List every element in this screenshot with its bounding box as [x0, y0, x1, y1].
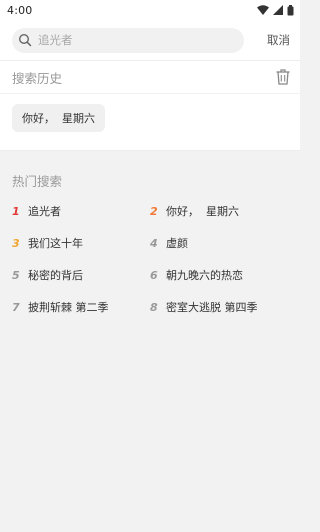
hot-search-item[interactable]: 5 秘密的背后: [12, 259, 150, 291]
history-chip[interactable]: 你好， 星期六: [12, 104, 105, 132]
signal-icon: [273, 5, 283, 15]
hot-search-section: 热门搜索 1 追光者 2 你好， 星期六 3 我们这十年 4 虚颜 5 秘密的背…: [0, 151, 300, 323]
status-time: 4:00: [7, 3, 33, 17]
hot-search-item[interactable]: 7 披荆斩棘 第二季: [12, 291, 150, 323]
hot-search-rank: 5: [12, 268, 20, 282]
hot-search-item[interactable]: 3 我们这十年: [12, 227, 150, 259]
hot-search-label: 追光者: [28, 205, 61, 218]
hot-search-label: 你好， 星期六: [166, 205, 239, 218]
search-header: 取消: [0, 20, 300, 60]
trash-icon[interactable]: [276, 69, 290, 85]
hot-search-rank: 3: [12, 236, 20, 250]
hot-search-rank: 7: [12, 300, 20, 314]
hot-search-item[interactable]: 2 你好， 星期六: [150, 195, 288, 227]
search-history-title: 搜索历史: [12, 70, 63, 86]
hot-search-label: 朝九晚六的热恋: [166, 269, 243, 282]
hot-search-rank: 8: [150, 300, 158, 314]
search-history-header: 搜索历史: [0, 60, 300, 94]
search-history-section: 搜索历史 你好， 星期六: [0, 60, 300, 151]
hot-search-rank: 2: [150, 204, 158, 218]
hot-search-title: 热门搜索: [12, 173, 63, 189]
hot-search-header: 热门搜索: [12, 171, 288, 189]
hot-search-rank: 4: [150, 236, 158, 250]
hot-search-item[interactable]: 8 密室大逃脱 第四季: [150, 291, 288, 323]
status-bar: 4:00: [0, 0, 300, 20]
battery-icon: [287, 4, 294, 16]
search-screen: 4:00 取消 搜索历史: [0, 0, 300, 532]
hot-search-rank: 6: [150, 268, 158, 282]
hot-search-item[interactable]: 1 追光者: [12, 195, 150, 227]
hot-search-label: 虚颜: [166, 237, 188, 250]
hot-search-label: 密室大逃脱 第四季: [166, 301, 258, 314]
search-box[interactable]: [12, 27, 244, 53]
hot-search-label: 秘密的背后: [28, 269, 83, 282]
hot-search-item[interactable]: 6 朝九晚六的热恋: [150, 259, 288, 291]
hot-search-label: 我们这十年: [28, 237, 83, 250]
search-input[interactable]: [38, 33, 218, 47]
wifi-icon: [257, 5, 269, 15]
hot-search-rank: 1: [12, 204, 20, 218]
cancel-button[interactable]: 取消: [267, 32, 290, 48]
search-history-list: 你好， 星期六: [0, 94, 300, 132]
search-icon: [18, 33, 32, 47]
hot-search-label: 披荆斩棘 第二季: [28, 301, 109, 314]
status-icons: [257, 4, 294, 16]
hot-search-list: 1 追光者 2 你好， 星期六 3 我们这十年 4 虚颜 5 秘密的背后 6 朝…: [12, 195, 288, 323]
hot-search-item[interactable]: 4 虚颜: [150, 227, 288, 259]
